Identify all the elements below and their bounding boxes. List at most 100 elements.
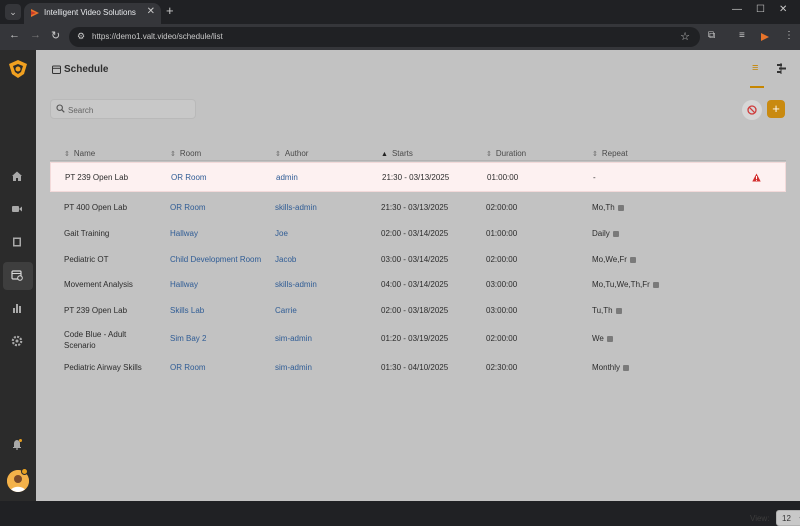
sidebar-item-settings[interactable] — [3, 328, 33, 356]
cell-room-link[interactable]: Sim Bay 2 — [170, 334, 206, 343]
cell-author-link[interactable]: Jacob — [275, 255, 296, 264]
calendar-icon — [52, 65, 61, 74]
column-header-name[interactable]: ⇕ Name — [64, 149, 95, 158]
cell-name: PT 400 Open Lab — [64, 203, 128, 212]
cell-author-link[interactable]: skills-admin — [275, 203, 317, 212]
timeline-view-icon[interactable] — [776, 63, 787, 74]
repeat-info-icon[interactable] — [616, 308, 622, 314]
cell-author-link[interactable]: sim-admin — [275, 363, 312, 372]
search-input[interactable] — [68, 103, 188, 117]
cell-duration: 02:00:00 — [486, 255, 518, 264]
sidebar-item-reports[interactable] — [3, 295, 33, 323]
column-header-repeat[interactable]: ⇕ Repeat — [592, 149, 628, 158]
cancel-filter-button[interactable] — [742, 100, 762, 120]
sidebar-item-home[interactable] — [3, 163, 33, 191]
cell-room-link[interactable]: Skills Lab — [170, 306, 204, 315]
cell-repeat: Tu,Th — [592, 306, 613, 315]
page-header: Schedule ≡ — [36, 50, 800, 90]
media-queue-icon[interactable]: ≡ — [739, 30, 745, 41]
forward-icon[interactable]: → — [30, 29, 41, 41]
close-window-icon[interactable]: ✕ — [779, 4, 787, 15]
sort-icon: ⇕ — [170, 151, 176, 158]
cell-repeat: Mo,Th — [592, 203, 615, 212]
column-header-duration[interactable]: ⇕ Duration — [486, 149, 526, 158]
repeat-info-icon[interactable] — [653, 282, 659, 288]
cell-duration: 02:30:00 — [486, 363, 518, 372]
cell-room-link[interactable]: Hallway — [170, 280, 198, 289]
address-bar[interactable]: ⚙ https://demo1.valt.video/schedule/list… — [69, 27, 700, 47]
minimize-icon[interactable]: — — [732, 4, 742, 15]
cell-repeat: Mo,Tu,We,Th,Fr — [592, 280, 650, 289]
sidebar-item-schedule[interactable] — [3, 262, 33, 290]
page-title: Schedule — [64, 64, 109, 75]
repeat-info-icon[interactable] — [613, 231, 619, 237]
cell-repeat: Mo,We,Fr — [592, 255, 627, 264]
search-icon — [56, 104, 65, 113]
home-icon — [12, 171, 22, 181]
cell-room-link[interactable]: OR Room — [170, 203, 206, 212]
sidebar-item-notifications[interactable] — [3, 431, 33, 459]
cell-author-link[interactable]: skills-admin — [275, 280, 317, 289]
tab-title: Intelligent Video Solutions — [44, 8, 136, 17]
cell-starts: 21:30 - 03/13/2025 — [381, 203, 449, 212]
gear-icon — [11, 335, 23, 347]
cell-author-link[interactable]: Carrie — [275, 306, 297, 315]
cell-duration: 02:00:00 — [486, 203, 518, 212]
cell-starts: 21:30 - 03/13/2025 — [382, 173, 450, 182]
cell-name: Pediatric Airway Skills — [64, 363, 142, 372]
browser-tab[interactable]: Intelligent Video Solutions ✕ — [24, 3, 161, 24]
maximize-icon[interactable]: ☐ — [756, 4, 765, 15]
sidebar-item-recordings[interactable] — [3, 229, 33, 257]
header-divider — [50, 160, 786, 161]
cell-starts: 01:30 - 04/10/2025 — [381, 363, 449, 372]
browser-titlebar: ⌄ Intelligent Video Solutions ✕ + — ☐ ✕ — [0, 0, 800, 24]
list-view-icon[interactable]: ≡ — [752, 62, 766, 76]
list-view-indicator — [750, 86, 764, 88]
page-size-value: 12 — [782, 514, 791, 523]
cell-duration: 01:00:00 — [487, 173, 519, 182]
extensions-icon[interactable]: ⧉ — [708, 30, 715, 41]
tab-close-icon[interactable]: ✕ — [147, 6, 155, 17]
highlighted-table-row[interactable]: PT 239 Open Lab OR Room admin 21:30 - 03… — [50, 162, 786, 192]
column-header-starts[interactable]: ▲ Starts — [381, 149, 413, 158]
site-info-icon[interactable]: ⚙ — [77, 31, 85, 42]
bell-icon — [13, 439, 22, 450]
cell-author-link[interactable]: sim-admin — [275, 334, 312, 343]
repeat-info-icon[interactable] — [623, 365, 629, 371]
new-tab-button[interactable]: + — [166, 4, 174, 18]
search-box[interactable] — [50, 99, 196, 119]
cell-repeat: Daily — [592, 229, 610, 238]
tab-search-button[interactable]: ⌄ — [5, 4, 21, 20]
reload-icon[interactable]: ↻ — [51, 29, 60, 42]
repeat-info-icon[interactable] — [630, 257, 636, 263]
column-header-author[interactable]: ⇕ Author — [275, 149, 308, 158]
browser-toolbar: ← → ↻ ⚙ https://demo1.valt.video/schedul… — [0, 24, 800, 50]
cell-room-link[interactable]: OR Room — [170, 363, 206, 372]
favicon-icon — [31, 9, 39, 17]
valt-logo[interactable] — [8, 59, 28, 79]
cell-author-link[interactable]: admin — [276, 173, 298, 182]
cell-room-link[interactable]: Child Development Room — [170, 255, 261, 264]
back-icon[interactable]: ← — [9, 29, 20, 41]
browser-menu-icon[interactable]: ⋮ — [784, 30, 794, 41]
schedule-page: Schedule ≡ + ⇕Name ⇕Room ⇕Author ▲Starts… — [36, 50, 800, 526]
cell-name: PT 239 Open Lab — [64, 306, 128, 315]
cell-room-link[interactable]: OR Room — [171, 173, 207, 182]
sidebar-item-video[interactable] — [3, 196, 33, 224]
repeat-info-icon[interactable] — [607, 336, 613, 342]
app-extension-icon[interactable] — [760, 32, 770, 42]
warning-icon[interactable] — [752, 173, 761, 182]
cell-author-link[interactable]: Joe — [275, 229, 288, 238]
cell-duration: 02:00:00 — [486, 334, 518, 343]
sort-icon: ⇕ — [592, 151, 598, 158]
repeat-info-icon[interactable] — [618, 205, 624, 211]
bookmark-star-icon[interactable]: ☆ — [680, 30, 690, 43]
view-label: View: — [750, 514, 770, 523]
plus-icon: + — [772, 101, 780, 116]
column-header-room[interactable]: ⇕ Room — [170, 149, 201, 158]
add-schedule-button[interactable]: + — [767, 100, 785, 118]
page-size-select[interactable]: 12 ⌄ — [776, 510, 800, 526]
cell-room-link[interactable]: Hallway — [170, 229, 198, 238]
sort-icon: ⇕ — [486, 151, 492, 158]
calendar-clock-icon — [11, 270, 23, 281]
